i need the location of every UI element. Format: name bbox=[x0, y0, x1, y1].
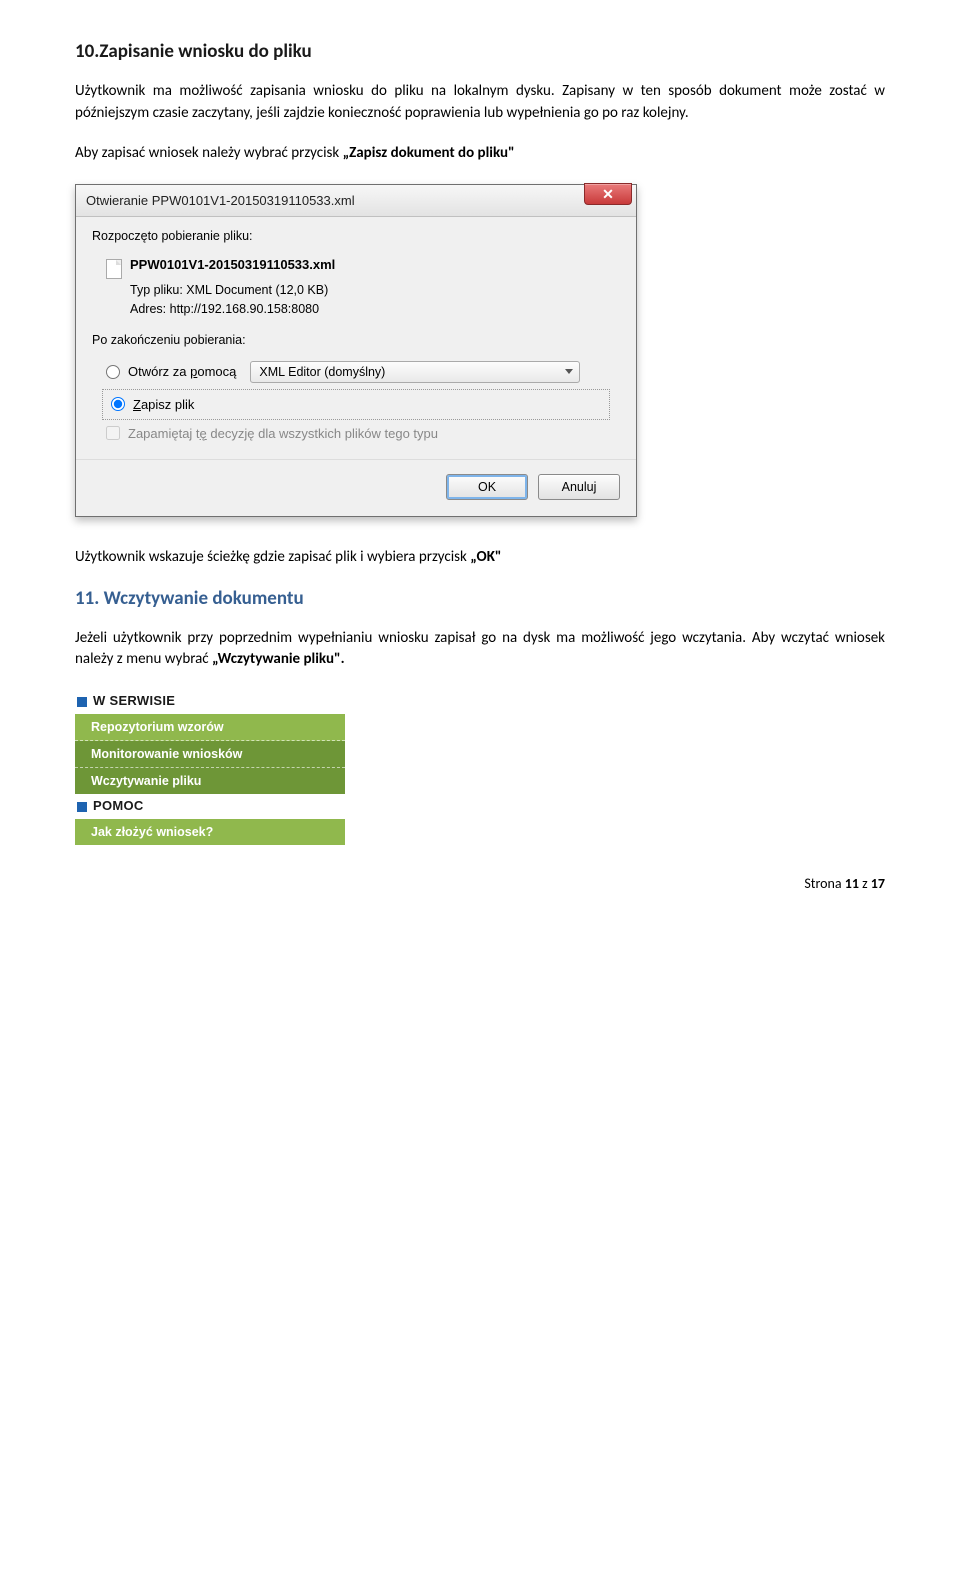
menu-item-label: Wczytywanie pliku bbox=[91, 774, 201, 788]
dialog-body: Rozpoczęto pobieranie pliku: PPW0101V1-2… bbox=[76, 217, 636, 449]
xml-file-icon bbox=[106, 259, 122, 279]
menu-item-repozytorium[interactable]: Repozytorium wzorów bbox=[75, 714, 345, 741]
open-with-radio[interactable] bbox=[106, 365, 120, 379]
after-dialog-paragraph: Użytkownik wskazuje ścieżkę gdzie zapisa… bbox=[75, 547, 885, 569]
open-with-combo-value: XML Editor (domyślny) bbox=[259, 365, 385, 379]
open-with-suffix: omocą bbox=[197, 364, 236, 379]
remember-choice-label: Zapamiętaj tę decyzję dla wszystkich pli… bbox=[128, 426, 438, 441]
dialog-close-button[interactable]: ✕ bbox=[584, 183, 632, 205]
page-footer: Strona 11 z 17 bbox=[75, 875, 885, 892]
footer-of: z bbox=[859, 875, 871, 892]
square-bullet-icon bbox=[77, 802, 87, 812]
menu-item-label: Jak złożyć wniosek? bbox=[91, 825, 213, 839]
save-suffix: apisz plik bbox=[141, 397, 194, 412]
save-under: Z bbox=[133, 397, 141, 412]
footer-total: 17 bbox=[871, 875, 885, 892]
menu-item-jak-zlozyc[interactable]: Jak złożyć wniosek? bbox=[75, 819, 345, 845]
save-file-label: Zapisz plik bbox=[133, 397, 194, 412]
close-icon: ✕ bbox=[602, 186, 614, 203]
open-with-label: Otwórz za pomocą bbox=[128, 364, 236, 379]
p2-bold: „Zapisz dokument do pliku" bbox=[343, 144, 515, 162]
open-with-prefix: Otwórz za bbox=[128, 364, 190, 379]
section-11-heading: 11. Wczytywanie dokumentu bbox=[75, 587, 885, 610]
file-type-value: XML Document (12,0 KB) bbox=[186, 283, 328, 297]
menu-header-pomoc: POMOC bbox=[75, 794, 345, 819]
remember-prefix: Zapamiętaj t bbox=[128, 426, 200, 441]
remember-choice-row: Zapamiętaj tę decyzję dla wszystkich pli… bbox=[92, 422, 620, 445]
save-file-radio[interactable] bbox=[111, 397, 125, 411]
section-10-paragraph-1: Użytkownik ma możliwość zapisania wniosk… bbox=[75, 81, 885, 125]
save-file-row-box: Zapisz plik bbox=[102, 389, 610, 420]
after-download-label: Po zakończeniu pobierania: bbox=[92, 333, 620, 347]
section-10-paragraph-2: Aby zapisać wniosek należy wybrać przyci… bbox=[75, 143, 885, 165]
file-row: PPW0101V1-20150319110533.xml bbox=[92, 253, 620, 281]
download-dialog: Otwieranie PPW0101V1-20150319110533.xml … bbox=[75, 184, 637, 517]
side-menu: W SERWISIE Repozytorium wzorów Monitorow… bbox=[75, 689, 345, 845]
menu-header-serwis-text: W SERWISIE bbox=[93, 693, 175, 708]
s11-p1-bold: „Wczytywanie pliku". bbox=[212, 650, 345, 668]
footer-page: 11 bbox=[845, 875, 859, 892]
file-name: PPW0101V1-20150319110533.xml bbox=[130, 257, 335, 272]
ok-button[interactable]: OK bbox=[446, 474, 528, 500]
menu-header-serwis: W SERWISIE bbox=[75, 689, 345, 714]
file-meta: Typ pliku: XML Document (12,0 KB) Adres:… bbox=[92, 281, 620, 319]
menu-header-pomoc-text: POMOC bbox=[93, 798, 144, 813]
open-with-row: Otwórz za pomocą XML Editor (domyślny) bbox=[92, 357, 620, 387]
ok-button-label: OK bbox=[478, 480, 496, 494]
s11-p1-prefix: Jeżeli użytkownik przy poprzednim wypełn… bbox=[75, 629, 885, 669]
remember-choice-checkbox bbox=[106, 426, 120, 440]
after-bold: „OK" bbox=[470, 548, 501, 566]
menu-item-monitorowanie[interactable]: Monitorowanie wniosków bbox=[75, 741, 345, 768]
remember-under: ę bbox=[200, 426, 207, 441]
open-with-combo[interactable]: XML Editor (domyślny) bbox=[250, 361, 580, 383]
after-prefix: Użytkownik wskazuje ścieżkę gdzie zapisa… bbox=[75, 548, 470, 566]
section-10-heading: 10.Zapisanie wniosku do pliku bbox=[75, 40, 885, 63]
menu-item-label: Monitorowanie wniosków bbox=[91, 747, 242, 761]
p2-prefix: Aby zapisać wniosek należy wybrać przyci… bbox=[75, 144, 343, 162]
file-type-key: Typ pliku: bbox=[130, 281, 183, 300]
save-file-row: Zapisz plik bbox=[107, 393, 609, 416]
menu-item-wczytywanie[interactable]: Wczytywanie pliku bbox=[75, 768, 345, 794]
dialog-titlebar: Otwieranie PPW0101V1-20150319110533.xml … bbox=[76, 185, 636, 217]
dialog-title: Otwieranie PPW0101V1-20150319110533.xml bbox=[86, 193, 355, 208]
remember-suffix: decyzję dla wszystkich plików tego typu bbox=[207, 426, 438, 441]
file-address-key: Adres: bbox=[130, 300, 166, 319]
cancel-button-label: Anuluj bbox=[562, 480, 597, 494]
dialog-button-row: OK Anuluj bbox=[76, 459, 636, 516]
cancel-button[interactable]: Anuluj bbox=[538, 474, 620, 500]
chevron-down-icon bbox=[565, 369, 573, 374]
download-started-label: Rozpoczęto pobieranie pliku: bbox=[92, 229, 620, 243]
menu-item-label: Repozytorium wzorów bbox=[91, 720, 224, 734]
file-address-value: http://192.168.90.158:8080 bbox=[170, 302, 319, 316]
footer-label: Strona bbox=[804, 875, 844, 892]
section-11-paragraph-1: Jeżeli użytkownik przy poprzednim wypełn… bbox=[75, 628, 885, 672]
square-bullet-icon bbox=[77, 697, 87, 707]
